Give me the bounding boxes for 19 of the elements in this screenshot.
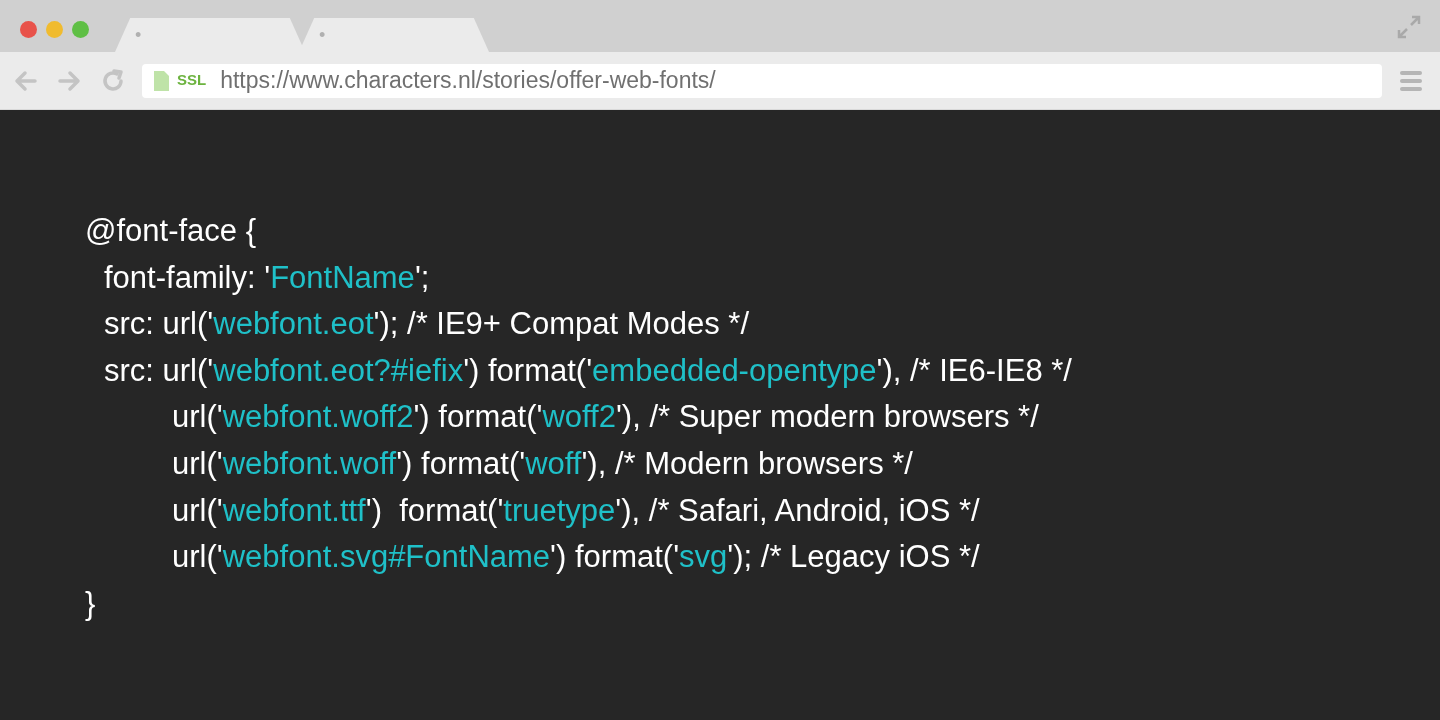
menu-icon[interactable]	[1400, 70, 1422, 91]
browser-tab[interactable]: •	[299, 18, 489, 52]
url-text: https://www.characters.nl/stories/offer-web-fonts/	[220, 66, 716, 96]
document-icon	[154, 70, 169, 91]
code-line: url('webfont.woff2') format('woff2'), /* Super modern browsers */	[171, 398, 1039, 437]
expand-icon[interactable]	[1397, 15, 1421, 39]
code-line: @font-face {	[85, 212, 257, 250]
code-line: font-family: 'FontName';	[103, 258, 430, 297]
code-line: url('webfont.woff') format('woff'), /* Modern browsers */	[171, 444, 913, 483]
code-line: }	[85, 584, 96, 623]
forward-arrow-icon[interactable]	[57, 69, 81, 92]
code-line: url('webfont.svg#FontName') format('svg'); /* Legacy iOS */	[171, 538, 980, 577]
code-line: src: url('webfont.eot'); /* IE9+ Compat Modes */	[103, 305, 750, 344]
back-arrow-icon[interactable]	[14, 69, 38, 92]
code-line: src: url('webfont.eot?#iefix') format('embedded-opentype'), /* IE6-IE8 */	[103, 351, 1072, 390]
ssl-label: SSL	[177, 70, 207, 91]
address-bar[interactable]: SSL https://www.characters.nl/stories/offer-web-fonts/	[142, 63, 1382, 98]
reload-icon[interactable]	[101, 68, 125, 93]
code-line: url('webfont.ttf') format('truetype'), /* Safari, Android, iOS */	[171, 491, 980, 530]
